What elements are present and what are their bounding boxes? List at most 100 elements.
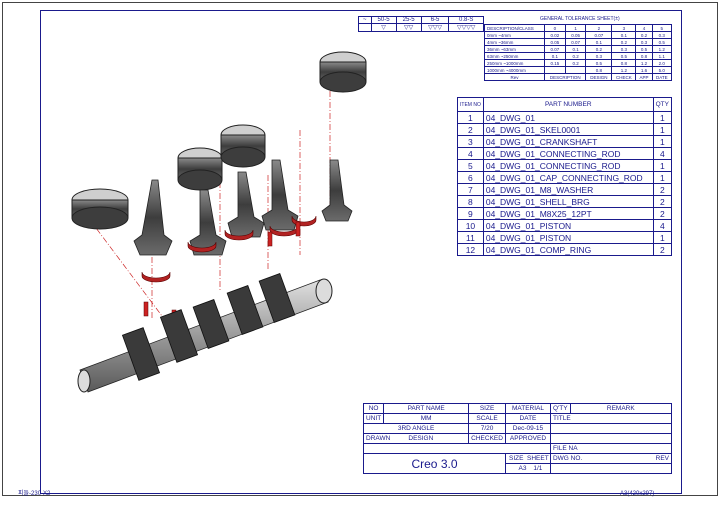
bom-part-number: 04_DWG_01_M8_WASHER bbox=[482, 183, 654, 196]
bom-part-number: 04_DWG_01 bbox=[482, 111, 654, 124]
title-label: TITLE bbox=[549, 413, 673, 424]
design-label: DESIGN bbox=[408, 435, 434, 442]
roughness-grade: 6-5 bbox=[420, 16, 450, 24]
bom-row: 5 04_DWG_01_CONNECTING_ROD 1 bbox=[457, 159, 673, 172]
bom-item-no: 12 bbox=[457, 243, 484, 256]
bom-item-no: 8 bbox=[457, 195, 484, 208]
tolerance-table: DESCRIPTION/CLASS 0 1 2 3 4 5 0mm ~4mm 0.02 0.05 0… bbox=[483, 24, 673, 81]
bom-part-number: 04_DWG_01_SHELL_BRG bbox=[482, 195, 654, 208]
tolerance-cell: 63mm ~250mm bbox=[483, 52, 546, 60]
roughness-table: ~ 50-5 25-5 6-5 0.8-S ▽ ▽▽ ▽▽▽ ▽▽▽▽ bbox=[358, 16, 484, 32]
bom-qty: 1 bbox=[652, 171, 673, 184]
bom-row: 9 04_DWG_01_M8X25_12PT 2 bbox=[457, 207, 673, 220]
drawn-label: DRAWN bbox=[366, 435, 391, 442]
bom-qty: 2 bbox=[652, 195, 673, 208]
bom-part-number: 04_DWG_01_CONNECTING_ROD bbox=[482, 159, 654, 172]
tolerance-cell: 0.8 bbox=[585, 66, 613, 74]
tolerance-cell: 250mm ~1000mm bbox=[483, 59, 546, 67]
bom-item-no: 6 bbox=[457, 171, 484, 184]
checked-label: CHECKED bbox=[468, 433, 506, 444]
tolerance-cell: 0.05 bbox=[564, 31, 587, 39]
tolerance-cell: 0.1 bbox=[564, 45, 587, 53]
tolerance-footer-cell: APP bbox=[635, 73, 653, 81]
form-code: 피들-230-X2 bbox=[18, 491, 51, 497]
dwg-label: DWG NO. bbox=[552, 455, 583, 462]
bom-qty: 1 bbox=[652, 111, 673, 124]
rev-label: REV bbox=[655, 455, 669, 462]
tolerance-cell: 0 bbox=[544, 24, 566, 32]
tolerance-footer-cell: DESIGN bbox=[585, 73, 613, 81]
bom-qty: 1 bbox=[652, 123, 673, 136]
bom-item-no: 3 bbox=[457, 135, 484, 148]
tolerance-title: GENERAL TOLERANCE SHEET(±) bbox=[540, 16, 620, 22]
tolerance-cell: 0.1 bbox=[544, 52, 566, 60]
tolerance-cell: 0.3 bbox=[651, 31, 673, 39]
tolerance-cell: 0.5 bbox=[611, 52, 637, 60]
tolerance-cell: 4 bbox=[635, 24, 653, 32]
projection: 3RD ANGLE bbox=[362, 423, 470, 434]
size-value: A3 bbox=[518, 465, 527, 472]
roughness-grade: ~ bbox=[358, 16, 372, 24]
bom-row: 6 04_DWG_01_CAP_CONNECTING_ROD 1 bbox=[457, 171, 673, 184]
title-block: NO PART NAME SIZE MATERIAL Q'TY REMARK U… bbox=[362, 403, 673, 474]
bom-qty: 2 bbox=[652, 183, 673, 196]
tolerance-footer-cell: DATE bbox=[651, 73, 673, 81]
tolerance-cell: 0.02 bbox=[544, 31, 566, 39]
tolerance-footer-cell: Rev bbox=[483, 73, 546, 81]
bom-part-number: 04_DWG_01_CAP_CONNECTING_ROD bbox=[482, 171, 654, 184]
tolerance-cell: 0.5 bbox=[585, 59, 613, 67]
header-size: SIZE bbox=[468, 403, 506, 414]
bom-qty: 4 bbox=[652, 219, 673, 232]
tolerance-cell: 1000mm ~4000mm bbox=[483, 66, 546, 74]
tolerance-cell: 0.05 bbox=[544, 38, 566, 46]
software-name: Creo 3.0 bbox=[363, 453, 506, 474]
crankshaft-icon bbox=[77, 273, 333, 393]
bom-row: 8 04_DWG_01_SHELL_BRG 2 bbox=[457, 195, 673, 208]
unit-label: UNIT bbox=[362, 413, 385, 424]
tolerance-cell: 1 bbox=[564, 24, 587, 32]
tolerance-cell: 0.07 bbox=[544, 45, 566, 53]
bom-part-number: 04_DWG_01_SKEL0001 bbox=[482, 123, 654, 136]
tolerance-cell: 0.3 bbox=[611, 45, 637, 53]
sheet-label: SHEET bbox=[527, 455, 549, 462]
bom-row: 1 04_DWG_01 1 bbox=[457, 111, 673, 124]
bom-header-item: ITEM NO bbox=[457, 97, 484, 112]
tolerance-cell: 0.07 bbox=[585, 31, 613, 39]
bom-part-number: 04_DWG_01_CRANKSHAFT bbox=[482, 135, 654, 148]
tolerance-cell: DESCRIPTION/CLASS bbox=[483, 24, 546, 32]
piston-icons bbox=[71, 51, 367, 230]
bom-header-part: PART NUMBER bbox=[482, 97, 654, 112]
tolerance-cell: 4mm ~36mm bbox=[483, 38, 546, 46]
sheet-value: 1/1 bbox=[533, 465, 543, 472]
bom-item-no: 5 bbox=[457, 159, 484, 172]
header-no: NO bbox=[362, 403, 385, 414]
tolerance-cell: 0.3 bbox=[585, 52, 613, 60]
tolerance-footer-cell: DESCRIPTION bbox=[544, 73, 587, 81]
bom-row: 3 04_DWG_01_CRANKSHAFT 1 bbox=[457, 135, 673, 148]
bom-row: 4 04_DWG_01_CONNECTING_ROD 4 bbox=[457, 147, 673, 160]
tolerance-cell: 3 bbox=[611, 24, 637, 32]
bom-item-no: 10 bbox=[457, 219, 484, 232]
tolerance-cell: 2.0 bbox=[651, 59, 673, 67]
bom-part-number: 04_DWG_01_PISTON bbox=[482, 219, 654, 232]
unit-value: MM bbox=[383, 413, 470, 424]
bom-row: 2 04_DWG_01_SKEL0001 1 bbox=[457, 123, 673, 136]
roughness-mark bbox=[358, 23, 372, 32]
header-remark: REMARK bbox=[569, 403, 673, 414]
tolerance-cell: 0.2 bbox=[611, 38, 637, 46]
tolerance-cell: 2 bbox=[585, 24, 613, 32]
bom-part-number: 04_DWG_01_CONNECTING_ROD bbox=[482, 147, 654, 160]
tolerance-cell: 5 bbox=[651, 24, 673, 32]
tolerance-cell: 0.8 bbox=[611, 59, 637, 67]
tolerance-cell: 0mm ~4mm bbox=[483, 31, 546, 39]
bom-qty: 1 bbox=[652, 135, 673, 148]
bom-row: 7 04_DWG_01_M8_WASHER 2 bbox=[457, 183, 673, 196]
bom-row: 11 04_DWG_01_PISTON 1 bbox=[457, 231, 673, 244]
approved-label: APPROVED bbox=[504, 433, 551, 444]
tolerance-cell bbox=[564, 66, 587, 74]
header-qty: Q'TY bbox=[549, 403, 571, 414]
tolerance-cell: 36mm ~63mm bbox=[483, 45, 546, 53]
tolerance-cell: 1.2 bbox=[651, 45, 673, 53]
tolerance-cell bbox=[544, 66, 566, 74]
bom-row: 10 04_DWG_01_PISTON 4 bbox=[457, 219, 673, 232]
